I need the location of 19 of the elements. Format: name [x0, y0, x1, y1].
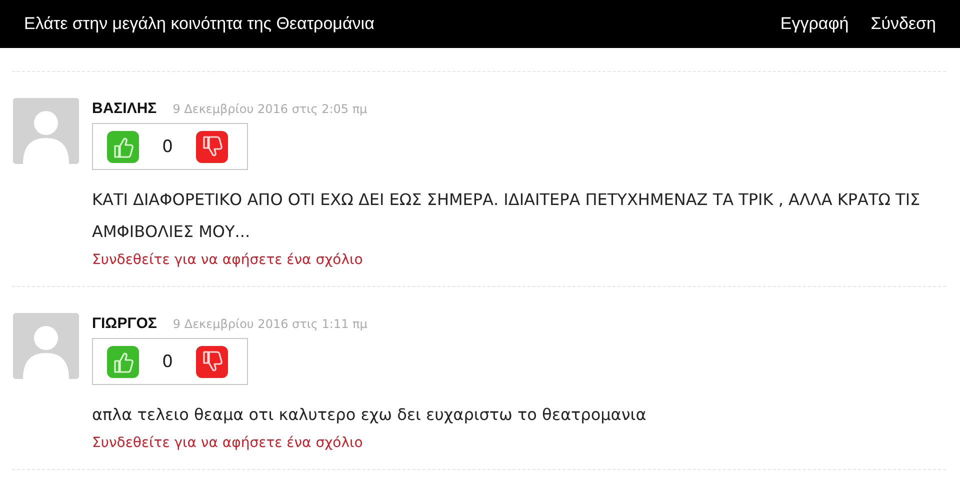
avatar-icon: [13, 98, 79, 164]
comment-author: ΒΑΣΙΛΗΣ: [92, 100, 157, 117]
thumbs-down-icon[interactable]: [196, 130, 228, 162]
vote-count: 0: [162, 352, 173, 372]
thumbs-down-icon[interactable]: [196, 346, 228, 378]
login-to-comment-link[interactable]: Συνδεθείτε για να αφήσετε ένα σχόλιο: [92, 431, 363, 455]
avatar-icon: [13, 313, 79, 379]
vote-count: 0: [162, 136, 173, 156]
login-to-comment-link[interactable]: Συνδεθείτε για να αφήσετε ένα σχόλιο: [92, 248, 363, 272]
comment-date: 9 Δεκεμβρίου 2016 στις 2:05 πμ: [172, 102, 368, 116]
site-title: Ελάτε στην μεγάλη κοινότητα της Θεατρομάνια: [24, 14, 374, 34]
comment-date: 9 Δεκεμβρίου 2016 στις 1:11 πμ: [172, 317, 368, 331]
thumbs-up-icon[interactable]: [107, 346, 139, 378]
comment-author: ΓΙΩΡΓΟΣ: [92, 315, 157, 332]
header-link[interactable]: Εγγραφή: [780, 14, 849, 34]
comment-text: ΚΑΤΙ ΔΙΑΦΟΡΕΤΙΚΟ ΑΠΟ ΟΤΙ ΕΧΩ ΔΕΙ ΕΩΣ ΣΗΜΕΡΑ. ΙΔΙΑΙΤΕΡΑ ΠΕΤΥΧΗΜΕΝΑΖ ΤΑ ΤΡΙΚ , ΑΛΛΑ ΚΡΑΤΩ ΤΙΣ ΑΜΦΙΒΟΛΙΕΣ ΜΟΥ...: [92, 189, 922, 243]
header-link[interactable]: Σύνδεση: [870, 14, 936, 34]
thumbs-up-icon[interactable]: [107, 130, 139, 162]
comment-text: απλα τελειο θεαμα οτι καλυτερο εχω δει ευχαριστω το θεατρομανια: [92, 404, 648, 426]
